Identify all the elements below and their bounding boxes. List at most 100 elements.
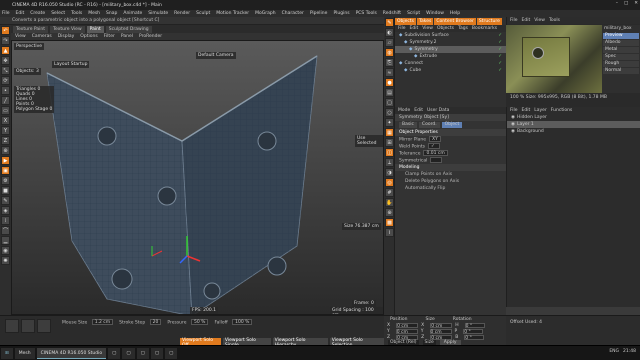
om-menu-view[interactable]: View bbox=[422, 26, 433, 31]
minimize-button[interactable]: – bbox=[616, 1, 618, 6]
attr-menu-mode[interactable]: Mode bbox=[398, 108, 410, 113]
channel-button-albedo[interactable]: Albedo bbox=[603, 40, 639, 46]
om-menu-bookmarks[interactable]: Bookmarks bbox=[472, 26, 497, 31]
preview-menu-tools[interactable]: Tools bbox=[549, 18, 560, 23]
layer-menu-functions[interactable]: Functions bbox=[551, 108, 573, 113]
om-tab-structure[interactable]: Structure bbox=[476, 17, 502, 25]
smudge-icon[interactable]: ≈ bbox=[385, 68, 394, 77]
viewport-tab-paint[interactable]: Paint bbox=[86, 25, 104, 33]
color-icon[interactable]: ● bbox=[385, 78, 394, 87]
property-value[interactable] bbox=[430, 157, 443, 163]
menu-item-create[interactable]: Create bbox=[30, 11, 45, 16]
viewport-tab-texture-paint[interactable]: Texture Paint bbox=[13, 25, 49, 33]
zoom-icon[interactable]: ⊕ bbox=[385, 208, 394, 217]
attr-tab-basic[interactable]: Basic bbox=[399, 122, 417, 128]
shading-icon[interactable]: ◑ bbox=[385, 168, 394, 177]
preview-menu-file[interactable]: File bbox=[510, 18, 518, 23]
property-value[interactable]: ✓ bbox=[428, 143, 441, 149]
brush-preset-icon[interactable] bbox=[21, 319, 35, 333]
menu-item-animate[interactable]: Animate bbox=[123, 11, 142, 16]
coord-rotation[interactable]: 0 ° bbox=[464, 334, 485, 341]
viewport-menu-prorender[interactable]: ProRender bbox=[139, 34, 162, 39]
bake-icon[interactable]: ▩ bbox=[385, 218, 394, 227]
maximize-button[interactable]: □ bbox=[624, 1, 628, 6]
live-selection-icon[interactable]: ▲ bbox=[1, 46, 10, 55]
brush-param-value[interactable]: 50 % bbox=[191, 319, 209, 325]
info-icon[interactable]: i bbox=[385, 228, 394, 237]
redo-icon[interactable]: ↷ bbox=[1, 36, 10, 45]
visibility-icon[interactable]: ✓ bbox=[498, 46, 502, 53]
brush-param-value[interactable]: 100 % bbox=[232, 319, 253, 325]
render-picture-icon[interactable]: ▣ bbox=[1, 166, 10, 175]
viewport-tab-texture-view[interactable]: Texture View bbox=[50, 25, 85, 33]
menu-item-snap[interactable]: Snap bbox=[106, 11, 117, 16]
layer-row[interactable]: ◉ Layer 1 bbox=[507, 121, 640, 128]
coord-size[interactable]: 0 cm bbox=[429, 328, 452, 335]
camera-icon[interactable]: ◉ bbox=[1, 246, 10, 255]
om-menu-objects[interactable]: Objects bbox=[437, 26, 454, 31]
object-row[interactable]: ◆ Subdivision Surface ✓ bbox=[395, 32, 506, 39]
layer-eye-icon[interactable]: ◉ bbox=[511, 121, 515, 128]
modeling-property-row[interactable]: Automatically Flip bbox=[395, 185, 506, 192]
light-icon[interactable]: ✺ bbox=[1, 256, 10, 265]
menu-item-mograph[interactable]: MoGraph bbox=[255, 11, 275, 16]
om-tab-takes[interactable]: Takes bbox=[417, 17, 434, 25]
clone-icon[interactable]: ⎘ bbox=[385, 58, 394, 67]
object-row[interactable]: ◆ Symmetry.2 ✓ bbox=[395, 39, 506, 46]
brush-preset-icon[interactable] bbox=[37, 319, 51, 333]
object-row[interactable]: ◆ Cube ✓ bbox=[395, 67, 506, 74]
taskbar-app[interactable]: Mesh bbox=[14, 347, 35, 359]
taskbar-app[interactable]: ▢ bbox=[122, 347, 135, 359]
menu-item-sculpt[interactable]: Sculpt bbox=[196, 11, 210, 16]
coord-rotation[interactable]: 0 ° bbox=[463, 328, 484, 335]
menu-item-simulate[interactable]: Simulate bbox=[148, 11, 168, 16]
modeling-property-row[interactable]: Clamp Points on Axis bbox=[395, 171, 506, 178]
om-tab-objects[interactable]: Objects bbox=[395, 17, 417, 25]
menu-item-select[interactable]: Select bbox=[51, 11, 65, 16]
menu-item-tools[interactable]: Tools bbox=[71, 11, 82, 16]
subdivision-icon[interactable]: ◈ bbox=[1, 206, 10, 215]
menu-item-character[interactable]: Character bbox=[282, 11, 304, 16]
scale-icon[interactable]: ⤡ bbox=[1, 66, 10, 75]
channel-button-normal[interactable]: Normal bbox=[603, 68, 639, 74]
visibility-icon[interactable]: ✓ bbox=[498, 53, 502, 60]
menu-item-redshift[interactable]: Redshift bbox=[383, 11, 401, 16]
world-coordinates-icon[interactable]: ⊕ bbox=[1, 146, 10, 155]
coord-position[interactable]: 0 cm bbox=[396, 334, 419, 341]
cube-icon[interactable]: ■ bbox=[1, 186, 10, 195]
menu-item-window[interactable]: Window bbox=[426, 11, 444, 16]
layer-menu-layer[interactable]: Layer bbox=[534, 108, 547, 113]
x-axis-icon[interactable]: X bbox=[1, 116, 10, 125]
viewport-tab-sculpted-drawing[interactable]: Sculpted Drawing bbox=[105, 25, 152, 33]
menu-item-plugins[interactable]: Plugins bbox=[333, 11, 349, 16]
layer-row[interactable]: ◉ Hidden Layer bbox=[507, 114, 640, 121]
taskbar-app[interactable]: ▢ bbox=[150, 347, 164, 359]
channel-button-rough[interactable]: Rough bbox=[603, 61, 639, 67]
normal-icon[interactable]: ⟂ bbox=[385, 158, 394, 167]
snapshot-icon[interactable]: ◎ bbox=[385, 178, 394, 187]
coord-rotation[interactable]: 0 ° bbox=[464, 322, 485, 329]
om-menu-tags[interactable]: Tags bbox=[458, 26, 468, 31]
channel-button-preview[interactable]: Preview bbox=[603, 33, 639, 39]
visibility-icon[interactable]: ✓ bbox=[498, 67, 502, 74]
viewport-menu-view[interactable]: View bbox=[15, 34, 26, 39]
layer-eye-icon[interactable]: ◉ bbox=[511, 128, 515, 135]
preview-menu-edit[interactable]: Edit bbox=[522, 18, 531, 23]
start-button[interactable]: ⊞ bbox=[1, 347, 13, 359]
menu-item-mesh[interactable]: Mesh bbox=[88, 11, 100, 16]
array-icon[interactable]: ⁞ bbox=[1, 216, 10, 225]
coord-size[interactable]: 0 cm bbox=[430, 334, 453, 341]
object-row[interactable]: ◆ Extrude ✓ bbox=[395, 53, 506, 60]
fill-icon[interactable]: ◍ bbox=[385, 48, 394, 57]
preview-menu-view[interactable]: View bbox=[534, 18, 545, 23]
channel-button-spec[interactable]: Spec bbox=[603, 54, 639, 60]
layer-menu-edit[interactable]: Edit bbox=[522, 108, 531, 113]
language-indicator[interactable]: ENG bbox=[609, 349, 619, 354]
viewport-menu-options[interactable]: Options bbox=[80, 34, 97, 39]
layer-menu-file[interactable]: File bbox=[510, 108, 518, 113]
taskbar-app[interactable]: ▢ bbox=[108, 347, 121, 359]
layer-icon[interactable]: ▤ bbox=[385, 88, 394, 97]
modeling-property-row[interactable]: Delete Polygons on Axis bbox=[395, 178, 506, 185]
eraser-icon[interactable]: ▱ bbox=[385, 38, 394, 47]
taskbar-app[interactable]: CINEMA 4D R16.050 Studio bbox=[36, 347, 107, 359]
